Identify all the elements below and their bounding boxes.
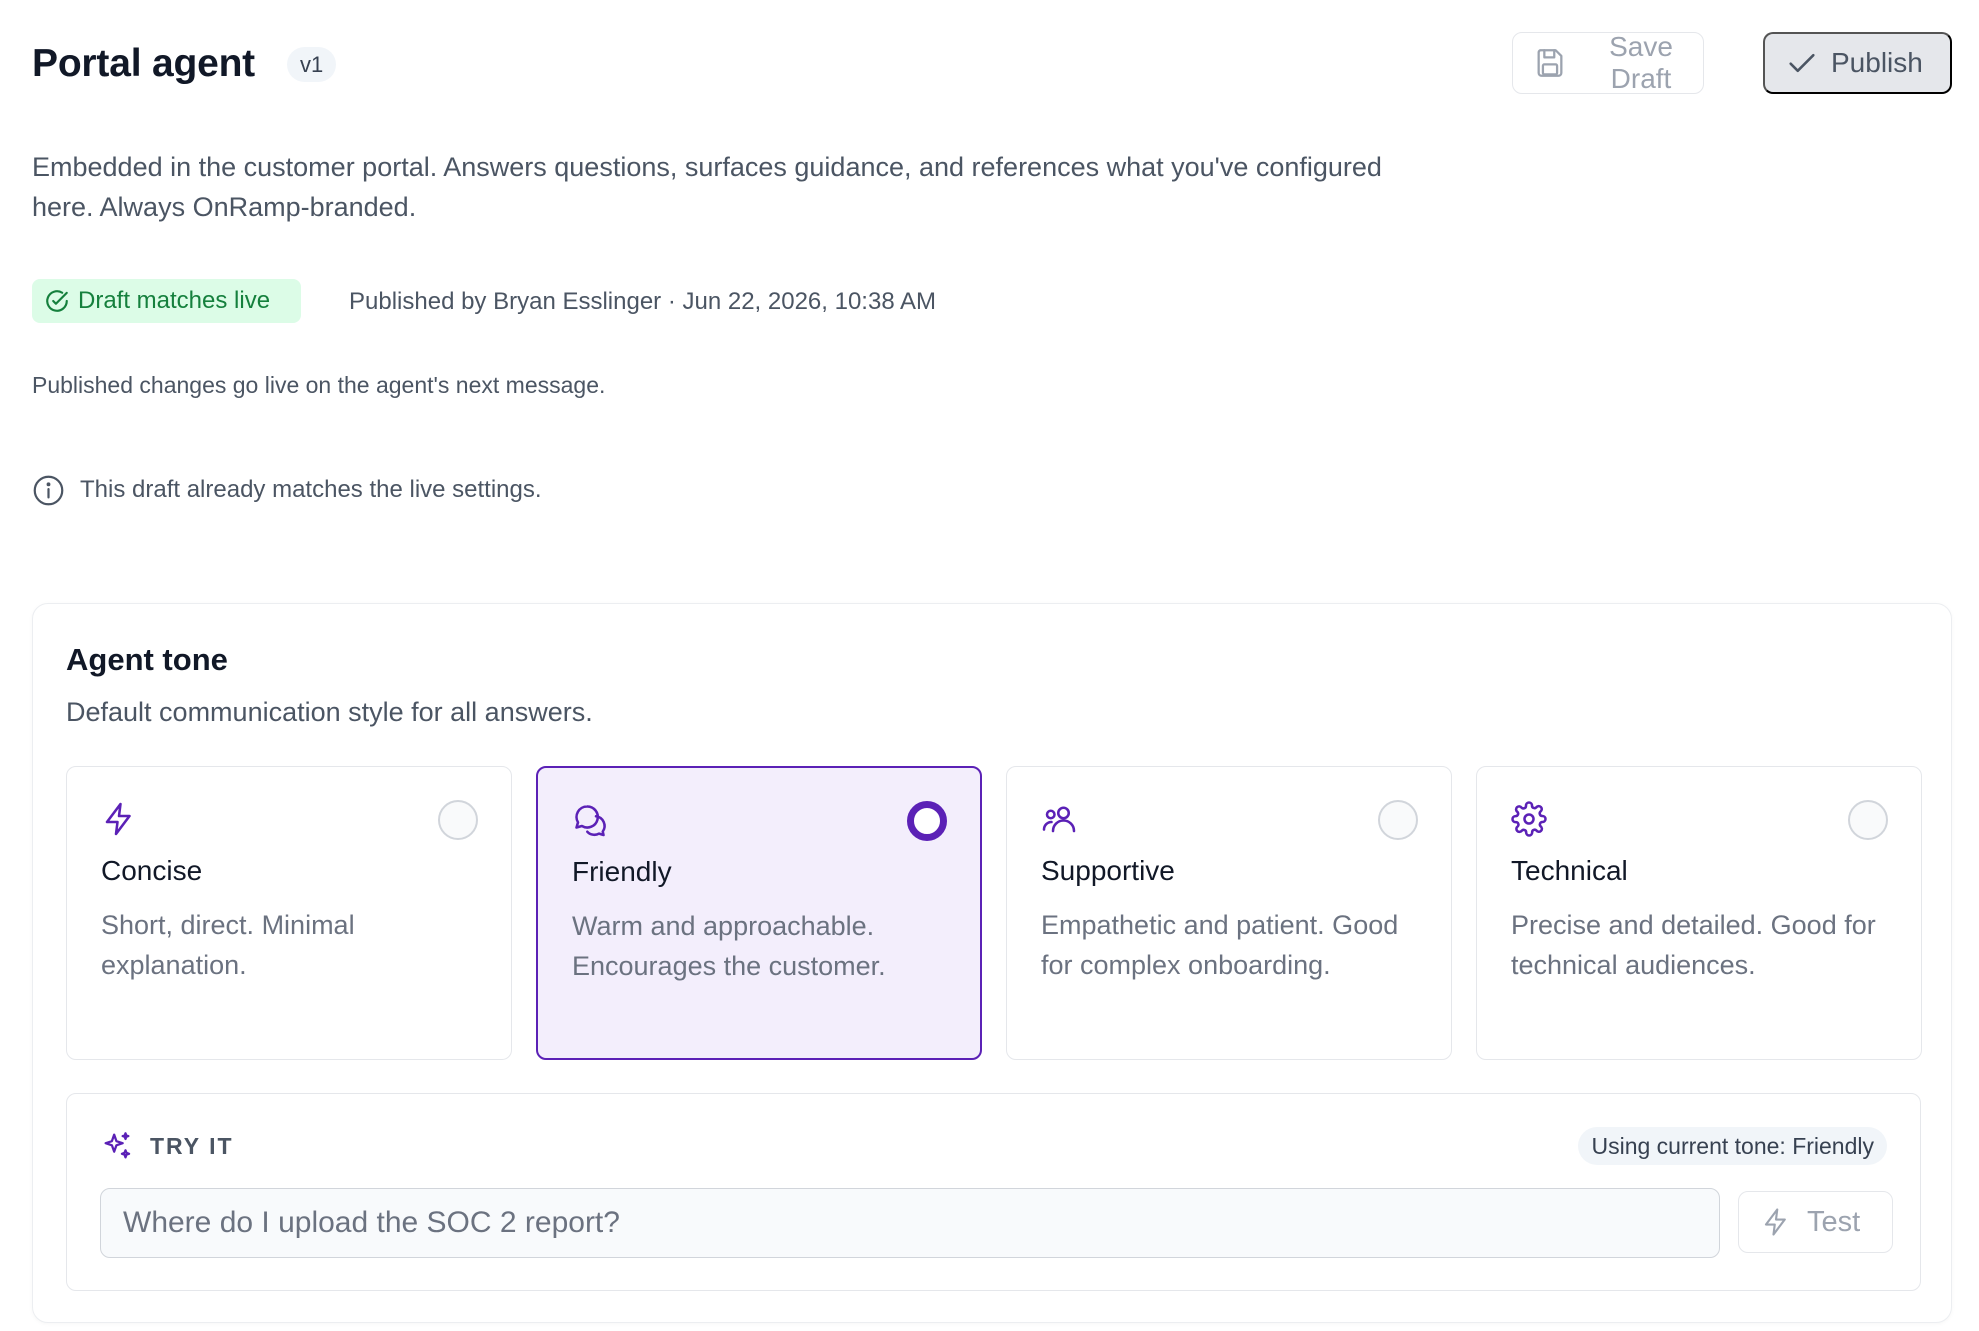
chat-bubbles-icon (572, 802, 608, 838)
save-draft-label: Save Draft (1609, 31, 1673, 94)
tone-description: Short, direct. Minimal explanation. (101, 910, 355, 980)
try-it-label: TRY IT (150, 1132, 234, 1159)
page-title: Portal agent (32, 42, 255, 85)
version-badge: v1 (287, 47, 337, 82)
try-it-panel: TRY IT Using current tone: Friendly Test (66, 1093, 1921, 1291)
tone-radio[interactable] (1848, 800, 1888, 840)
users-icon (1041, 801, 1077, 837)
info-text: This draft already matches the live sett… (80, 476, 542, 503)
gear-icon (1511, 801, 1547, 837)
save-icon (1533, 46, 1567, 80)
try-it-input[interactable] (100, 1188, 1720, 1258)
publish-button[interactable]: Publish (1763, 32, 1952, 94)
tone-section-title: Agent tone (66, 642, 228, 677)
agent-tone-card: Agent tone Default communication style f… (32, 603, 1952, 1323)
check-circle-icon (44, 288, 70, 314)
tone-radio-selected[interactable] (907, 801, 947, 841)
status-badge: Draft matches live (32, 279, 301, 323)
tone-option-concise[interactable]: Concise Short, direct. Minimal explanati… (66, 766, 512, 1060)
bolt-icon (101, 801, 137, 837)
save-draft-button[interactable]: Save Draft (1512, 31, 1704, 94)
tone-option-friendly[interactable]: Friendly Warm and approachable. Encourag… (536, 766, 982, 1060)
test-button[interactable]: Test (1738, 1191, 1893, 1253)
tone-option-technical[interactable]: Technical Precise and detailed. Good for… (1476, 766, 1922, 1060)
info-message: This draft already matches the live sett… (32, 473, 542, 507)
check-icon (1785, 46, 1819, 80)
sparkles-icon (100, 1129, 134, 1163)
tone-name: Supportive (1041, 855, 1175, 886)
tone-description: Empathetic and patient. Good for complex… (1041, 910, 1399, 980)
tone-section-subtitle: Default communication style for all answ… (66, 697, 593, 727)
info-icon (32, 474, 65, 507)
tone-radio[interactable] (438, 800, 478, 840)
tone-name: Concise (101, 855, 203, 886)
tone-option-supportive[interactable]: Supportive Empathetic and patient. Good … (1006, 766, 1452, 1060)
current-tone-chip: Using current tone: Friendly (1578, 1127, 1887, 1165)
tone-name: Friendly (572, 856, 672, 887)
try-it-header: TRY IT (100, 1128, 234, 1164)
tone-radio[interactable] (1378, 800, 1418, 840)
tone-description: Precise and detailed. Good for technical… (1511, 910, 1876, 980)
tone-description: Warm and approachable. Encourages the cu… (572, 911, 886, 981)
status-badge-label: Draft matches live (78, 287, 271, 314)
agent-description: Embedded in the customer portal. Answers… (32, 152, 1382, 222)
tone-name: Technical (1511, 855, 1628, 886)
published-by-text: Published by Bryan Esslinger · Jun 22, 2… (349, 288, 937, 315)
test-label: Test (1807, 1205, 1861, 1238)
bolt-icon (1761, 1207, 1791, 1237)
publish-label: Publish (1831, 47, 1923, 78)
publish-note: Published changes go live on the agent's… (32, 372, 606, 398)
